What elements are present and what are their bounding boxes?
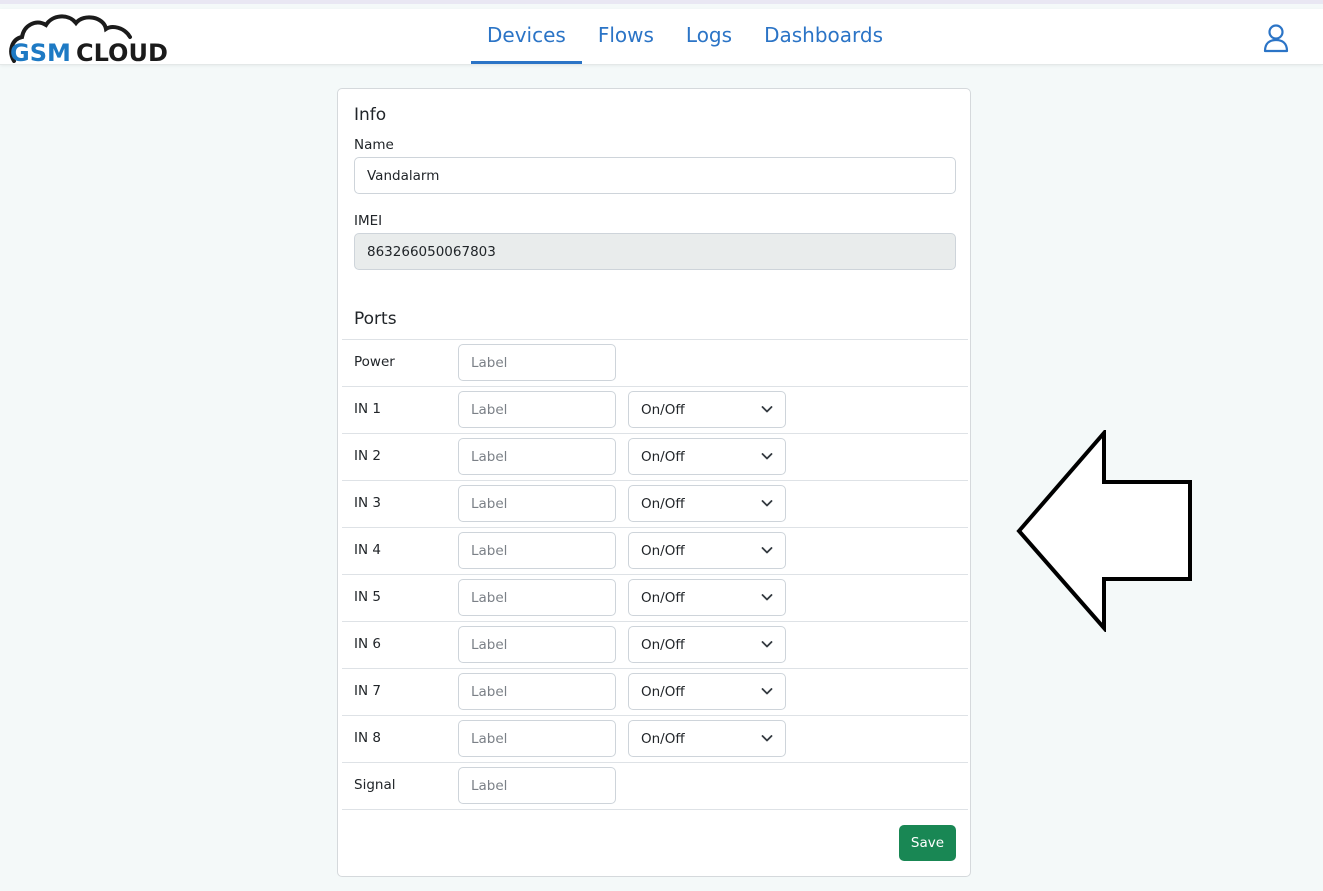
left-arrow-annotation xyxy=(1015,427,1195,634)
port-name: IN 4 xyxy=(354,542,381,558)
logo-text-cloud: CLOUD xyxy=(76,39,168,63)
port-mode-value: On/Off xyxy=(641,636,685,653)
port-row: IN 3 On/Off xyxy=(342,480,968,527)
port-mode-value: On/Off xyxy=(641,401,685,418)
main-nav: Devices Flows Logs Dashboards xyxy=(471,9,899,64)
tab-dashboards[interactable]: Dashboards xyxy=(748,9,899,64)
port-mode-select[interactable]: On/Off xyxy=(628,532,786,569)
port-label-input[interactable] xyxy=(458,485,616,522)
port-mode-value: On/Off xyxy=(641,683,685,700)
user-icon[interactable] xyxy=(1262,23,1290,53)
chevron-down-icon xyxy=(761,735,773,742)
port-mode-select[interactable]: On/Off xyxy=(628,485,786,522)
port-name: IN 5 xyxy=(354,589,381,605)
imei-label: IMEI xyxy=(354,213,383,229)
port-row: Signal xyxy=(342,762,968,810)
name-input[interactable] xyxy=(354,157,956,194)
port-row: IN 1 On/Off xyxy=(342,386,968,433)
navbar: GSM CLOUD Devices Flows Logs Dashboards xyxy=(0,9,1323,65)
chevron-down-icon xyxy=(761,453,773,460)
chevron-down-icon xyxy=(761,547,773,554)
port-row: Power xyxy=(342,339,968,386)
chevron-down-icon xyxy=(761,641,773,648)
port-name: IN 8 xyxy=(354,730,381,746)
device-settings-card: Info Name IMEI Ports PowerIN 1On/OffIN 2… xyxy=(337,88,971,877)
logo-text-gsm: GSM xyxy=(10,39,71,63)
port-label-input[interactable] xyxy=(458,626,616,663)
port-mode-select[interactable]: On/Off xyxy=(628,673,786,710)
port-row: IN 2 On/Off xyxy=(342,433,968,480)
port-name: IN 1 xyxy=(354,401,381,417)
port-label-input[interactable] xyxy=(458,720,616,757)
save-button[interactable]: Save xyxy=(899,825,956,861)
port-mode-select[interactable]: On/Off xyxy=(628,391,786,428)
port-label-input[interactable] xyxy=(458,438,616,475)
gsmcloud-logo[interactable]: GSM CLOUD xyxy=(6,11,168,63)
top-accent-line xyxy=(0,0,1323,4)
ports-section-title: Ports xyxy=(354,309,397,329)
chevron-down-icon xyxy=(761,688,773,695)
port-mode-select[interactable]: On/Off xyxy=(628,579,786,616)
port-name: IN 3 xyxy=(354,495,381,511)
name-label: Name xyxy=(354,137,394,153)
tab-logs[interactable]: Logs xyxy=(670,9,748,64)
port-name: IN 2 xyxy=(354,448,381,464)
port-label-input[interactable] xyxy=(458,532,616,569)
tab-flows[interactable]: Flows xyxy=(582,9,670,64)
port-label-input[interactable] xyxy=(458,391,616,428)
port-label-input[interactable] xyxy=(458,579,616,616)
port-mode-select[interactable]: On/Off xyxy=(628,626,786,663)
imei-input xyxy=(354,233,956,270)
chevron-down-icon xyxy=(761,500,773,507)
port-mode-value: On/Off xyxy=(641,495,685,512)
port-mode-value: On/Off xyxy=(641,448,685,465)
port-label-input[interactable] xyxy=(458,344,616,381)
tab-devices[interactable]: Devices xyxy=(471,9,582,64)
port-mode-select[interactable]: On/Off xyxy=(628,438,786,475)
port-mode-select[interactable]: On/Off xyxy=(628,720,786,757)
chevron-down-icon xyxy=(761,406,773,413)
info-section-title: Info xyxy=(354,105,387,125)
port-name: Power xyxy=(354,354,395,370)
port-row: IN 6 On/Off xyxy=(342,621,968,668)
port-name: IN 6 xyxy=(354,636,381,652)
port-row: IN 4 On/Off xyxy=(342,527,968,574)
port-row: IN 5 On/Off xyxy=(342,574,968,621)
port-name: Signal xyxy=(354,777,396,793)
chevron-down-icon xyxy=(761,594,773,601)
port-mode-value: On/Off xyxy=(641,730,685,747)
port-mode-value: On/Off xyxy=(641,589,685,606)
port-mode-value: On/Off xyxy=(641,542,685,559)
ports-table: Power IN 1 On/Off IN 2 On/Off IN 3 On/Off IN 4 O… xyxy=(342,339,968,810)
port-name: IN 7 xyxy=(354,683,381,699)
port-row: IN 7 On/Off xyxy=(342,668,968,715)
port-label-input[interactable] xyxy=(458,767,616,804)
port-row: IN 8 On/Off xyxy=(342,715,968,762)
port-label-input[interactable] xyxy=(458,673,616,710)
